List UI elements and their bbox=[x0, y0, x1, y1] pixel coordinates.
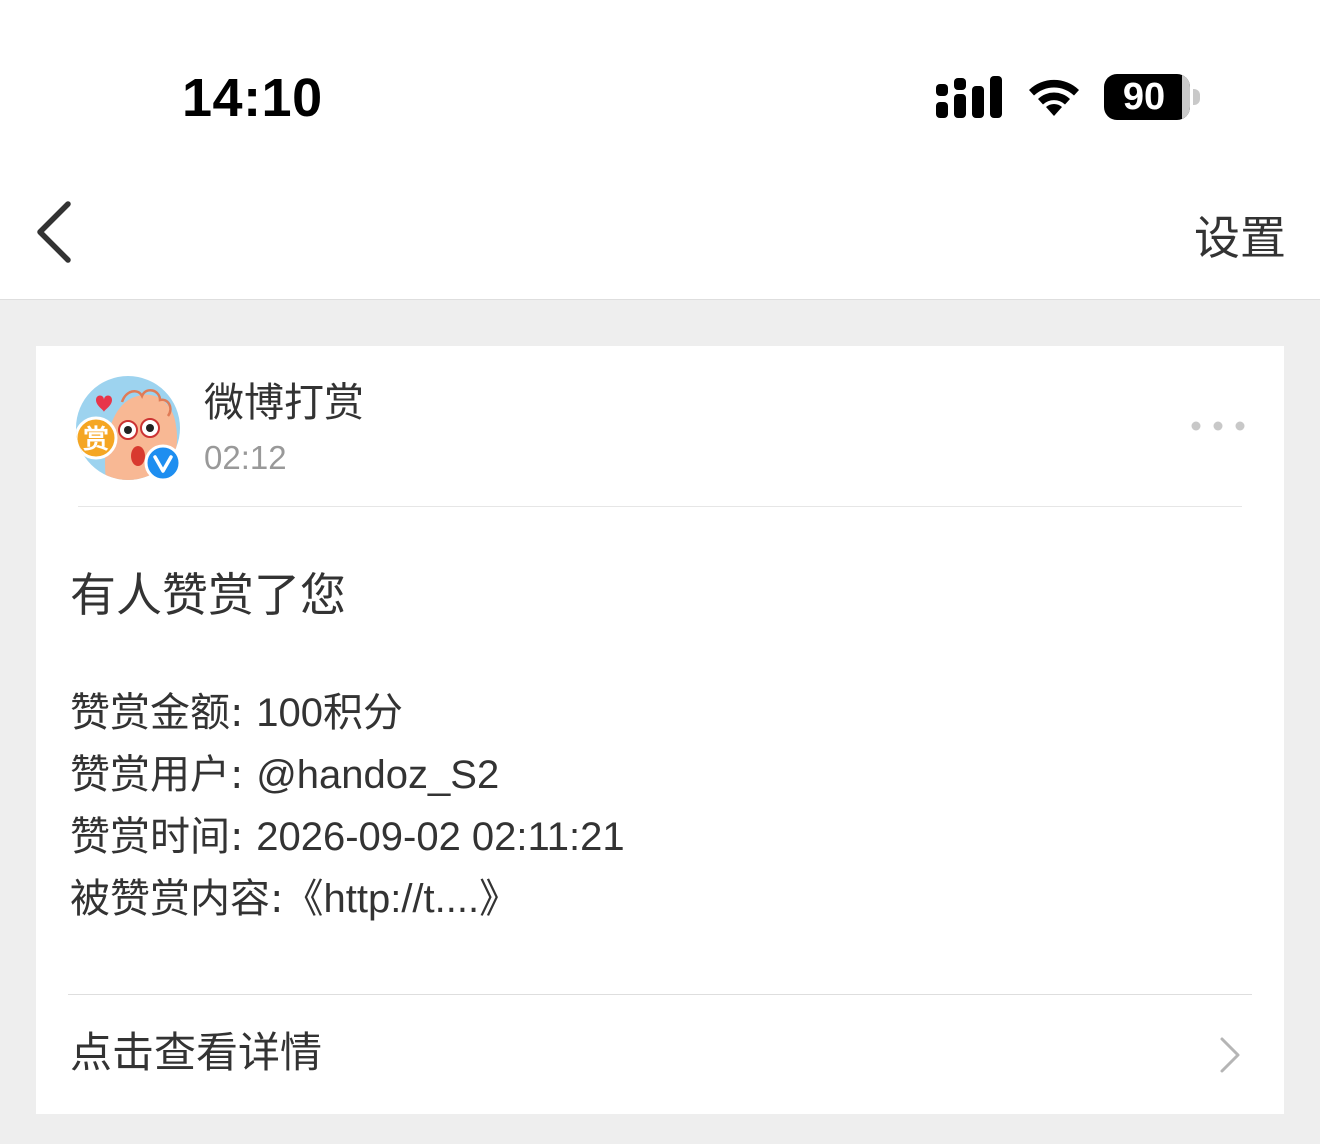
verified-icon bbox=[144, 444, 182, 482]
wifi-icon bbox=[1029, 79, 1079, 116]
message-timestamp: 02:12 bbox=[204, 439, 287, 476]
view-details-label: 点击查看详情 bbox=[70, 1028, 323, 1077]
chevron-right-icon bbox=[1220, 1037, 1240, 1073]
message-title: 有人赞赏了您 bbox=[70, 568, 346, 622]
sender-name[interactable]: 微博打赏 bbox=[204, 378, 364, 428]
battery-level: 90 bbox=[1122, 76, 1166, 118]
message-card: 赏 微博打赏 02:12 有人赞赏了您 赞赏金额: 100积分 赞赏用户: @h… bbox=[36, 346, 1284, 1114]
reward-time-value: 2026-09-02 02:11:21 bbox=[256, 815, 625, 859]
detail-label: 赞赏时间: bbox=[70, 814, 257, 860]
card-header: 赏 微博打赏 02:12 bbox=[36, 346, 1284, 506]
reward-details: 赞赏金额: 100积分 赞赏用户: @handoz_S2 赞赏时间: 2026-… bbox=[70, 682, 625, 930]
reward-amount-line: 赞赏金额: 100积分 bbox=[70, 682, 625, 744]
avatar-badge-text: 赏 bbox=[83, 425, 109, 455]
more-options-icon[interactable] bbox=[1188, 408, 1248, 444]
status-time: 14:10 bbox=[182, 68, 323, 128]
cellular-signal-icon bbox=[936, 76, 1002, 118]
chevron-left-icon bbox=[37, 201, 71, 263]
battery-icon: 90 bbox=[1104, 74, 1200, 120]
reward-user-value: @handoz_S2 bbox=[256, 753, 500, 797]
detail-label: 被赞赏内容: bbox=[70, 876, 284, 922]
status-bar: 14:10 90 bbox=[0, 0, 1320, 170]
header-divider bbox=[78, 506, 1242, 507]
reward-amount-value: 100积分 bbox=[256, 691, 403, 735]
view-details-button[interactable]: 点击查看详情 bbox=[36, 995, 1284, 1114]
reward-user-line: 赞赏用户: @handoz_S2 bbox=[70, 744, 625, 806]
nav-bar: 设置 bbox=[0, 170, 1320, 300]
back-button[interactable] bbox=[20, 192, 90, 282]
reward-time-line: 赞赏时间: 2026-09-02 02:11:21 bbox=[70, 806, 625, 868]
detail-label: 赞赏金额: bbox=[70, 690, 257, 736]
rewarded-content-value: 《http://t....》 bbox=[283, 877, 520, 921]
rewarded-content-line: 被赞赏内容:《http://t....》 bbox=[70, 868, 625, 930]
settings-button[interactable]: 设置 bbox=[1194, 210, 1286, 266]
detail-label: 赞赏用户: bbox=[70, 752, 257, 798]
